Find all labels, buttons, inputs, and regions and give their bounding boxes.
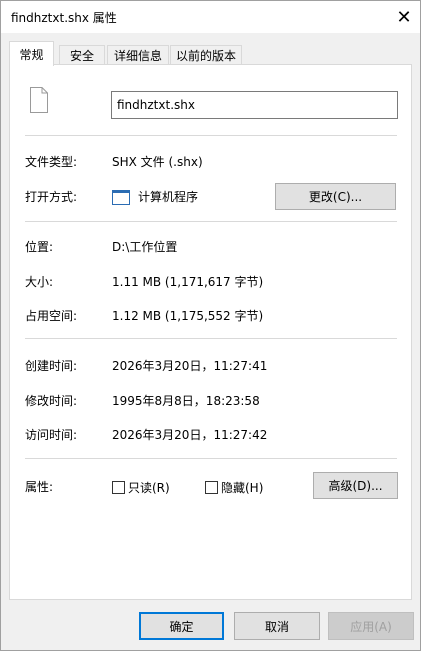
hidden-checkbox[interactable]: [205, 481, 218, 494]
file-name-input[interactable]: [111, 91, 398, 119]
attributes-label: 属性:: [25, 480, 54, 494]
size-label: 大小:: [25, 275, 54, 289]
location-label: 位置:: [25, 240, 54, 254]
divider: [25, 338, 397, 339]
divider: [25, 221, 397, 222]
tab-previous-versions[interactable]: 以前的版本: [170, 45, 242, 65]
change-button[interactable]: 更改(C)...: [275, 183, 396, 210]
properties-window: findhztxt.shx 属性 ✕ 常规 安全 详细信息 以前的版本 文件类型…: [0, 0, 421, 651]
accessed-label: 访问时间:: [25, 428, 78, 442]
advanced-button[interactable]: 高级(D)...: [313, 472, 398, 499]
size-on-disk-value: 1.12 MB (1,175,552 字节): [112, 309, 264, 323]
modified-value: 1995年8月8日，18:23:58: [112, 394, 260, 408]
readonly-checkbox[interactable]: [112, 481, 125, 494]
readonly-label[interactable]: 只读(R): [128, 479, 170, 496]
file-type-value: SHX 文件 (.shx): [112, 155, 203, 169]
created-label: 创建时间:: [25, 359, 78, 373]
cancel-button[interactable]: 取消: [234, 612, 320, 640]
close-icon: ✕: [396, 6, 412, 28]
tab-details[interactable]: 详细信息: [107, 45, 169, 65]
ok-button[interactable]: 确定: [139, 612, 224, 640]
accessed-value: 2026年3月20日，11:27:42: [112, 428, 268, 442]
window-title: findhztxt.shx 属性: [11, 11, 117, 25]
close-button[interactable]: ✕: [388, 1, 420, 33]
program-icon: [112, 190, 130, 205]
tab-general[interactable]: 常规: [9, 41, 54, 66]
general-panel: 文件类型: SHX 文件 (.shx) 打开方式: 计算机程序 更改(C)...…: [9, 64, 412, 600]
apply-button[interactable]: 应用(A): [328, 612, 414, 640]
opens-with-value: 计算机程序: [138, 190, 199, 204]
title-bar: findhztxt.shx 属性 ✕: [1, 1, 420, 33]
size-value: 1.11 MB (1,171,617 字节): [112, 275, 264, 289]
file-icon: [30, 87, 48, 113]
opens-with-label: 打开方式:: [25, 190, 78, 204]
divider: [25, 135, 397, 136]
created-value: 2026年3月20日，11:27:41: [112, 359, 268, 373]
location-value: D:\工作位置: [112, 240, 178, 254]
tab-security[interactable]: 安全: [59, 45, 105, 65]
hidden-label[interactable]: 隐藏(H): [221, 479, 263, 496]
divider: [25, 458, 397, 459]
file-type-label: 文件类型:: [25, 155, 78, 169]
modified-label: 修改时间:: [25, 394, 78, 408]
size-on-disk-label: 占用空间:: [25, 309, 78, 323]
